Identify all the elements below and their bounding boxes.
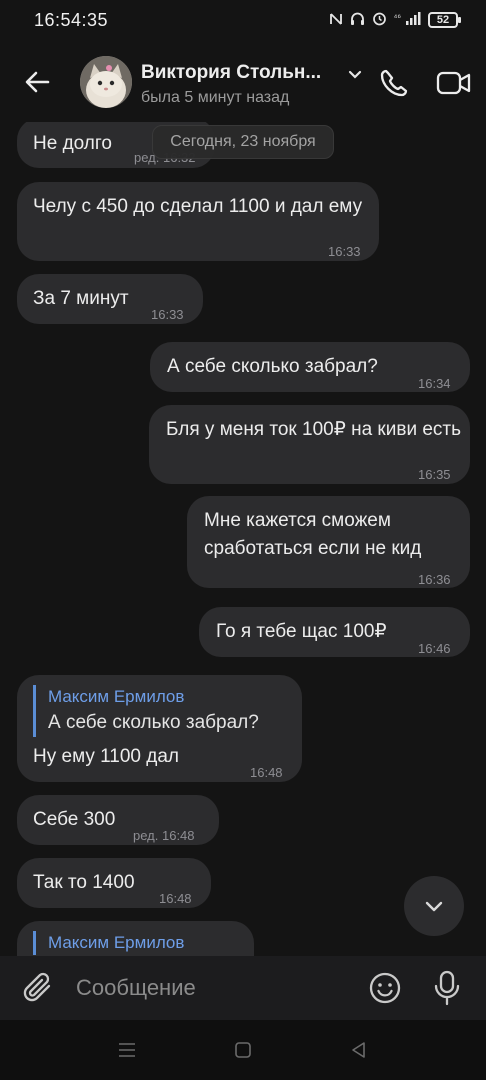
message-time: 16:48 <box>159 891 192 906</box>
message-text: Себе 300 <box>33 809 116 830</box>
nfc-icon <box>329 12 343 29</box>
message-text: Го я тебе щас 100₽ <box>216 621 387 642</box>
cat-avatar-icon <box>80 56 132 108</box>
network-type-label: ⁴⁶ <box>393 11 402 22</box>
message-incoming[interactable]: За 7 минут 16:33 <box>17 274 203 324</box>
message-composer <box>0 956 486 1020</box>
message-time: 16:48 <box>250 765 283 780</box>
paperclip-icon <box>23 972 51 1002</box>
emoji-button[interactable] <box>368 971 402 1005</box>
chat-header: Виктория Стольн... была 5 минут назад <box>0 44 486 122</box>
back-button[interactable] <box>20 64 56 100</box>
message-time: 16:46 <box>418 641 451 656</box>
square-icon <box>235 1042 251 1058</box>
triangle-back-icon <box>352 1042 365 1058</box>
message-outgoing[interactable]: Бля у меня ток 100₽ на киви есть 16:35 <box>149 405 470 484</box>
message-outgoing[interactable]: Го я тебе щас 100₽ 16:46 <box>199 607 470 657</box>
battery-level: 52 <box>436 14 450 26</box>
reply-text: А себе сколько забрал? <box>48 712 259 733</box>
recents-button[interactable] <box>118 1041 136 1059</box>
message-time: 16:36 <box>418 572 451 587</box>
attach-button[interactable] <box>22 970 56 1006</box>
message-input[interactable] <box>76 968 356 1008</box>
message-text: Не долго <box>33 133 112 154</box>
message-list[interactable]: Не долго ред. 16:32 Сегодня, 23 ноября Ч… <box>0 122 486 956</box>
message-outgoing[interactable]: Мне кажется сможем сработаться если не к… <box>187 496 470 588</box>
message-incoming-reply[interactable]: Максим Ермилов <box>17 921 254 956</box>
signal-icon: ⁴⁶ <box>393 11 421 29</box>
reply-quote[interactable]: Максим Ермилов А себе сколько забрал? <box>33 685 293 737</box>
last-seen-status: была 5 минут назад <box>141 89 290 106</box>
battery-icon: 52 <box>428 12 461 28</box>
status-time: 16:54:35 <box>34 10 109 30</box>
reply-author: Максим Ермилов <box>48 687 185 706</box>
reply-author: Максим Ермилов <box>48 933 185 952</box>
smiley-icon <box>369 972 401 1004</box>
home-button[interactable] <box>234 1041 252 1059</box>
message-time: ред. 16:48 <box>133 828 195 843</box>
scroll-to-bottom-button[interactable] <box>404 876 464 936</box>
date-divider: Сегодня, 23 ноября <box>152 125 334 159</box>
alarm-icon <box>372 11 387 29</box>
video-camera-icon <box>436 71 471 95</box>
message-text: А себе сколько забрал? <box>167 356 378 377</box>
message-text: Мне кажется сможем сработаться если не к… <box>204 510 422 559</box>
status-icons: ⁴⁶ 52 <box>329 11 461 29</box>
message-incoming[interactable]: Челу с 450 до сделал 1100 и дал ему 16:3… <box>17 182 379 261</box>
reply-quote[interactable]: Максим Ермилов <box>33 931 243 955</box>
message-text: Так то 1400 <box>33 872 135 893</box>
call-button[interactable] <box>377 66 411 100</box>
voice-message-button[interactable] <box>432 969 462 1007</box>
microphone-icon <box>434 970 460 1006</box>
message-text: Челу с 450 до сделал 1100 и дал ему <box>33 196 363 217</box>
message-text: Ну ему 1100 дал <box>33 746 179 767</box>
message-text: Бля у меня ток 100₽ на киви есть <box>166 419 462 440</box>
message-incoming[interactable]: Себе 300 ред. 16:48 <box>17 795 219 845</box>
chevron-down-icon[interactable] <box>346 66 364 84</box>
message-outgoing[interactable]: А себе сколько забрал? 16:34 <box>150 342 470 392</box>
message-incoming-reply[interactable]: Максим Ермилов А себе сколько забрал? Ну… <box>17 675 302 782</box>
peer-name[interactable]: Виктория Стольн... <box>141 62 321 84</box>
phone-icon <box>380 69 408 97</box>
status-bar: 16:54:35 ⁴⁶ 52 <box>0 0 486 44</box>
system-nav-bar <box>0 1020 486 1080</box>
avatar[interactable] <box>80 56 132 108</box>
video-call-button[interactable] <box>436 68 472 98</box>
menu-icon <box>119 1043 135 1057</box>
message-time: 16:33 <box>328 244 361 259</box>
message-incoming[interactable]: Так то 1400 16:48 <box>17 858 211 908</box>
system-back-button[interactable] <box>350 1041 368 1059</box>
message-time: 16:33 <box>151 307 184 322</box>
message-time: 16:34 <box>418 376 451 391</box>
message-time: 16:35 <box>418 467 451 482</box>
arrow-left-icon <box>25 71 50 93</box>
message-text: За 7 минут <box>33 288 129 309</box>
chevron-down-icon <box>425 901 443 912</box>
headphones-icon <box>350 12 365 29</box>
